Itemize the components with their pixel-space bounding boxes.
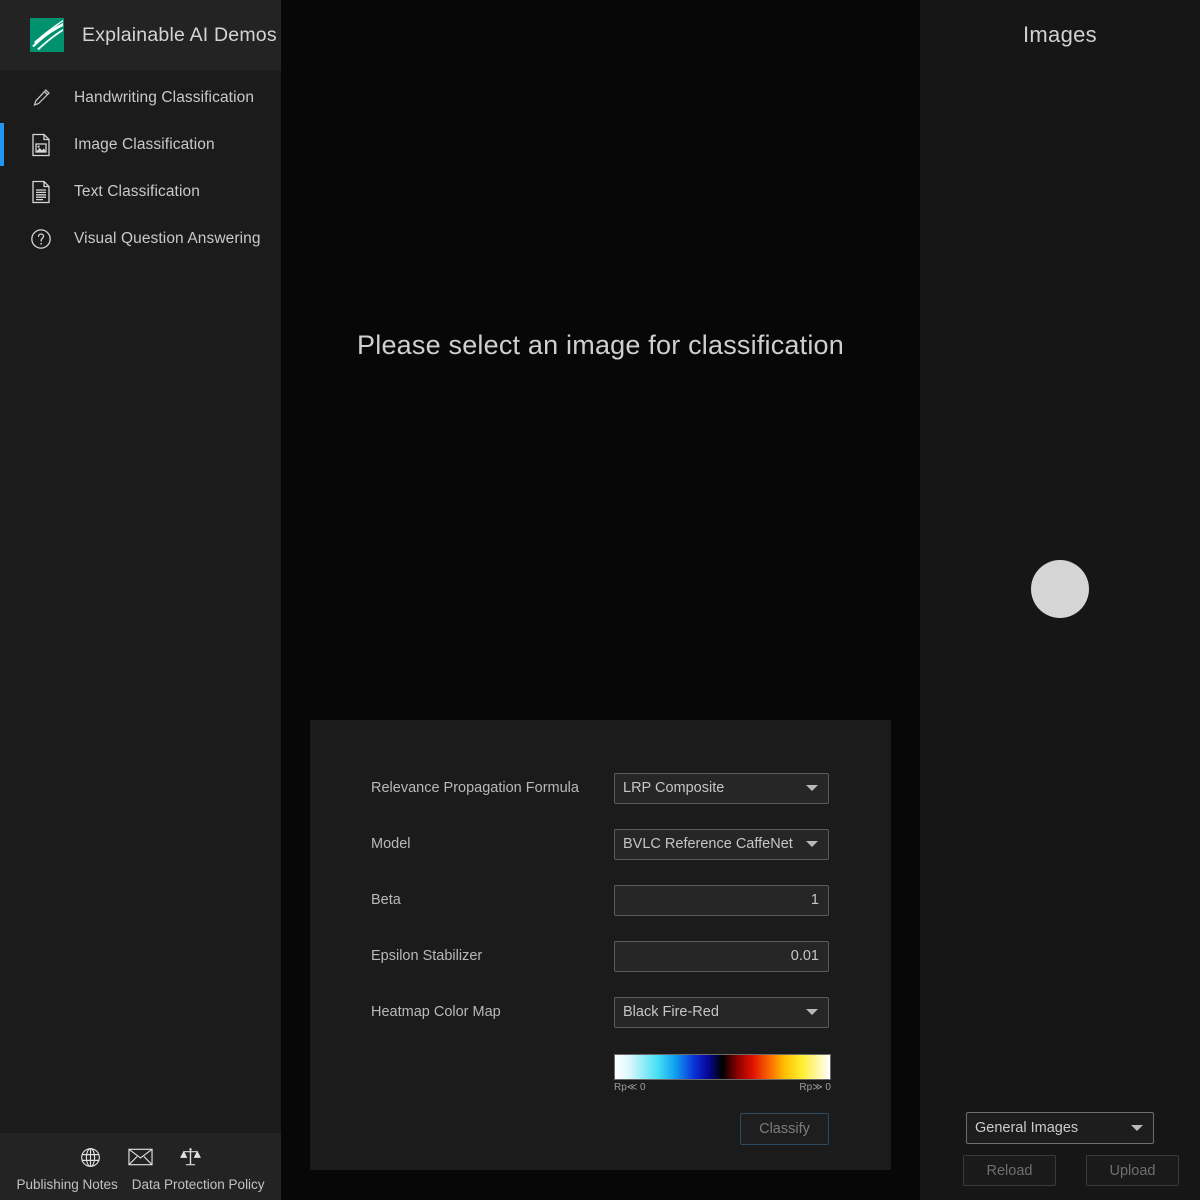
form-row-model: Model BVLC Reference CaffeNet bbox=[310, 816, 891, 872]
form-row-beta: Beta 1 bbox=[310, 872, 891, 928]
sidebar-item-visual-question-answering[interactable]: Visual Question Answering bbox=[0, 215, 281, 262]
sidebar-header: Explainable AI Demos bbox=[0, 0, 281, 70]
form-label: Beta bbox=[371, 892, 401, 908]
select-value: Black Fire-Red bbox=[623, 1004, 719, 1020]
sidebar-item-label: Visual Question Answering bbox=[74, 229, 261, 247]
text-document-icon bbox=[30, 180, 52, 204]
question-circle-icon bbox=[30, 227, 52, 251]
app-root: Explainable AI Demos Handwriting Classif… bbox=[0, 0, 1200, 1200]
sidebar-item-handwriting-classification[interactable]: Handwriting Classification bbox=[0, 74, 281, 121]
colorbar-row: Rp≪ 0 Rp≫ 0 bbox=[310, 1054, 891, 1093]
app-title: Explainable AI Demos bbox=[82, 23, 277, 46]
chevron-down-icon bbox=[806, 785, 818, 791]
input-value: 0.01 bbox=[790, 948, 819, 964]
sidebar-nav: Handwriting Classification Image Classif… bbox=[0, 70, 281, 262]
image-action-buttons: Reload Upload bbox=[963, 1155, 1179, 1186]
sidebar-item-label: Handwriting Classification bbox=[74, 88, 255, 106]
epsilon-stabilizer-input[interactable]: 0.01 bbox=[614, 940, 829, 972]
chevron-down-icon bbox=[1131, 1125, 1143, 1131]
publishing-notes-link[interactable]: Publishing Notes bbox=[16, 1177, 117, 1192]
form-label: Heatmap Color Map bbox=[371, 1004, 501, 1020]
image-document-icon bbox=[30, 133, 52, 157]
loading-spinner bbox=[1031, 560, 1089, 618]
sidebar: Explainable AI Demos Handwriting Classif… bbox=[0, 0, 281, 1200]
reload-button[interactable]: Reload bbox=[963, 1155, 1056, 1186]
form-label: Epsilon Stabilizer bbox=[371, 948, 483, 964]
chevron-down-icon bbox=[806, 841, 818, 847]
pencil-icon bbox=[30, 86, 52, 110]
sidebar-item-text-classification[interactable]: Text Classification bbox=[0, 168, 281, 215]
images-panel: Images General Images Reload Upload bbox=[920, 0, 1200, 1200]
data-protection-policy-link[interactable]: Data Protection Policy bbox=[132, 1177, 265, 1192]
upload-button[interactable]: Upload bbox=[1086, 1155, 1179, 1186]
classify-button[interactable]: Classify bbox=[740, 1113, 829, 1145]
select-value: General Images bbox=[975, 1120, 1079, 1136]
colorbar-max-label: Rp≫ 0 bbox=[799, 1082, 831, 1093]
sidebar-footer: Publishing Notes Data Protection Policy bbox=[0, 1133, 281, 1200]
footer-link-row: Publishing Notes Data Protection Policy bbox=[0, 1177, 281, 1192]
heatmap-colorbar bbox=[614, 1054, 831, 1080]
form-row-heatmap-color-map: Heatmap Color Map Black Fire-Red bbox=[310, 984, 891, 1040]
form-row-epsilon-stabilizer: Epsilon Stabilizer 0.01 bbox=[310, 928, 891, 984]
settings-panel: Relevance Propagation Formula LRP Compos… bbox=[310, 720, 891, 1170]
footer-icon-row bbox=[0, 1141, 281, 1173]
colorbar-labels: Rp≪ 0 Rp≫ 0 bbox=[614, 1082, 831, 1093]
form-label: Relevance Propagation Formula bbox=[371, 780, 579, 796]
images-panel-title: Images bbox=[1023, 22, 1097, 47]
scales-icon[interactable] bbox=[179, 1146, 202, 1168]
form-row-relevance-propagation-formula: Relevance Propagation Formula LRP Compos… bbox=[310, 760, 891, 816]
sidebar-item-label: Image Classification bbox=[74, 135, 215, 153]
beta-input[interactable]: 1 bbox=[614, 884, 829, 916]
input-value: 1 bbox=[810, 892, 819, 908]
colorbar-block: Rp≪ 0 Rp≫ 0 bbox=[614, 1054, 831, 1093]
globe-icon[interactable] bbox=[79, 1146, 102, 1169]
colorbar-spacer bbox=[371, 1054, 614, 1093]
select-value: BVLC Reference CaffeNet bbox=[623, 836, 793, 852]
colorbar-min-label: Rp≪ 0 bbox=[614, 1082, 646, 1093]
relevance-propagation-formula-select[interactable]: LRP Composite bbox=[614, 772, 829, 804]
image-category-select[interactable]: General Images bbox=[966, 1112, 1154, 1144]
chevron-down-icon bbox=[806, 1009, 818, 1015]
select-value: LRP Composite bbox=[623, 780, 725, 796]
sidebar-item-image-classification[interactable]: Image Classification bbox=[0, 121, 281, 168]
classify-row: Classify bbox=[310, 1113, 891, 1145]
model-select[interactable]: BVLC Reference CaffeNet bbox=[614, 828, 829, 860]
app-logo-icon bbox=[30, 18, 64, 52]
main-content: Please select an image for classificatio… bbox=[281, 0, 920, 1200]
images-controls: General Images Reload Upload bbox=[920, 1112, 1200, 1186]
sidebar-item-label: Text Classification bbox=[74, 182, 200, 200]
main-placeholder-message: Please select an image for classificatio… bbox=[357, 330, 844, 360]
heatmap-color-map-select[interactable]: Black Fire-Red bbox=[614, 996, 829, 1028]
classify-spacer bbox=[371, 1113, 614, 1145]
form-label: Model bbox=[371, 836, 411, 852]
envelope-icon[interactable] bbox=[128, 1147, 153, 1167]
